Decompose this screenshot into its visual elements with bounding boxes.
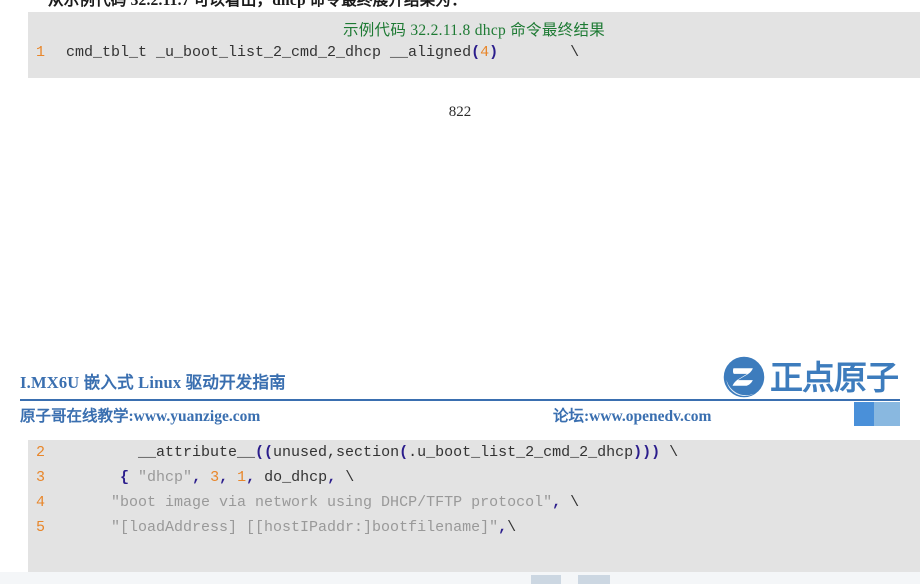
code-block-lower: 2 __attribute__((unused,section(.u_boot_… [28,440,920,578]
code-token: 1 [237,469,247,486]
code-token: \ [561,494,580,511]
code-line: 1 cmd_tbl_t _u_boot_list_2_cmd_2_dhcp __… [28,40,920,65]
code-token: "boot image via network using DHCP/TFTP … [111,494,553,511]
code-token: \ [660,444,679,461]
header-divider [20,399,900,401]
header-subtitle-left: 原子哥在线教学:www.yuanzige.com [20,408,261,425]
bottom-strip [0,572,920,584]
code-text: cmd_tbl_t _u_boot_list_2_cmd_2_dhcp __al… [66,40,920,65]
left-margin [0,440,28,578]
code-token: ( [399,444,409,461]
code-token: ( [471,44,481,61]
zhengdianyuanzi-swirl-icon [723,356,765,398]
code-text: __attribute__((unused,section(.u_boot_li… [66,440,920,465]
line-number: 4 [36,494,46,511]
code-token: \ [498,44,580,61]
header-subtitle-right: 论坛:www.openedv.com [553,408,712,425]
page-header: I.MX6U 嵌入式 Linux 驱动开发指南 正点原子 原子哥在线教学:www… [0,352,920,440]
code-token: \ [336,469,355,486]
code-caption: 示例代码 32.2.11.8 dhcp 命令最终结果 [342,22,606,39]
body-paragraph: 从示例代码 32.2.11.7 可以看出，dhcp 命令最终展开结果为： [0,0,920,8]
line-number: 3 [36,469,46,486]
code-text: "boot image via network using DHCP/TFTP … [66,490,920,515]
code-text: "[loadAddress] [[hostIPaddr:]bootfilenam… [66,515,920,540]
code-token: .u_boot_list_2_cmd_2_dhcp [408,444,634,461]
code-token: , [498,519,508,536]
code-token: , [246,469,256,486]
page-number: 822 [448,104,472,120]
brand-logo: 正点原子 [722,354,899,400]
code-token: cmd_tbl_t _u_boot_list_2_cmd_2_dhcp __al… [66,44,472,61]
code-token: , [552,494,562,511]
code-token: 4 [480,44,490,61]
line-number: 5 [36,519,46,536]
strip-chip-left[interactable] [531,575,561,584]
code-block-upper: 示例代码 32.2.11.8 dhcp 命令最终结果 1 cmd_tbl_t _… [28,12,920,78]
code-line: 5 "[loadAddress] [[hostIPaddr:]bootfilen… [28,515,920,540]
code-token: ) [489,44,499,61]
code-line: 2 __attribute__((unused,section(.u_boot_… [28,440,920,465]
code-token: __attribute__ [66,444,256,461]
code-token: \ [507,519,517,536]
brand-logo-text: 正点原子 [770,358,899,396]
swatch-light-blue [874,402,900,426]
code-token: { [120,469,130,486]
line-number: 2 [36,444,46,461]
code-token: (( [255,444,274,461]
partial-body-text-clip: 从示例代码 32.2.11.7 可以看出，dhcp 命令最终展开结果为： [0,0,920,8]
code-token: 3 [210,469,220,486]
code-token: do_dhcp [255,469,328,486]
code-token: , [192,469,202,486]
line-number: 1 [36,44,46,61]
code-line: 4 "boot image via network using DHCP/TFT… [28,490,920,515]
code-token: , [219,469,229,486]
strip-chip-right[interactable] [578,575,610,584]
code-token: , [327,469,337,486]
code-token: "[loadAddress] [[hostIPaddr:]bootfilenam… [111,519,499,536]
code-text: { "dhcp", 3, 1, do_dhcp, \ [66,465,920,490]
document-page: 从示例代码 32.2.11.7 可以看出，dhcp 命令最终展开结果为： 示例代… [0,0,920,584]
swatch-dark-blue [854,402,874,426]
code-token: "dhcp" [138,469,193,486]
code-line: 3 { "dhcp", 3, 1, do_dhcp, \ [28,465,920,490]
header-color-swatch [854,402,900,426]
code-token: ))) [633,444,661,461]
page-title: I.MX6U 嵌入式 Linux 驱动开发指南 [20,373,286,392]
code-token: unused,section [273,444,400,461]
